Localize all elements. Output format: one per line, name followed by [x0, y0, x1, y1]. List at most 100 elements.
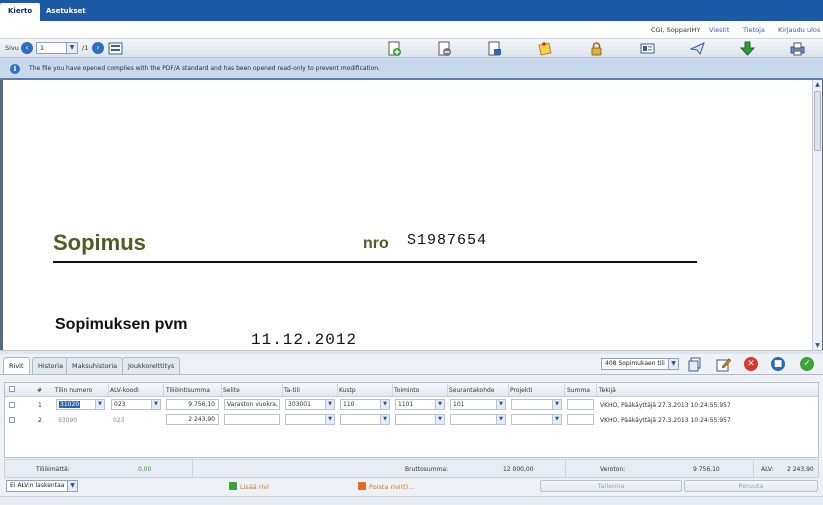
scroll-down-icon[interactable]: ▼	[813, 341, 822, 350]
print-icon[interactable]	[790, 41, 805, 56]
function-field[interactable]: ▼	[395, 414, 445, 425]
project-field[interactable]: ▼	[511, 399, 562, 410]
lock-icon[interactable]	[589, 41, 604, 56]
account-value[interactable]: 93090	[58, 417, 77, 424]
tracking-field[interactable]: ▼	[450, 414, 506, 425]
scroll-thumb[interactable]	[814, 91, 821, 151]
ta-account-field[interactable]: 303001 ▼	[285, 399, 335, 410]
grid-header: # Tilin numero ALV-koodi Tiliöintisumma …	[5, 383, 818, 397]
gross-value: 12 000,00	[503, 466, 534, 473]
send-icon[interactable]	[689, 41, 705, 56]
row-checkbox[interactable]	[9, 417, 15, 423]
row-number: 1	[38, 402, 42, 409]
next-page-icon[interactable]: ›	[92, 42, 104, 54]
vat-calculation-select[interactable]: Ei ALV:n laskentaa ▼	[6, 480, 78, 492]
info-link[interactable]: Tietoja	[743, 26, 765, 34]
delete-document-icon[interactable]	[437, 41, 452, 56]
table-row[interactable]: 1 31020 ▼ 023 ▼ 9 756,10 Varaston vuokra, …	[5, 398, 818, 412]
chevron-down-icon: ▼	[380, 415, 389, 424]
pdf-toolbar: Sivu ‹ 1 ▼ /1 ›	[0, 39, 823, 58]
ta-account-field[interactable]: ▼	[285, 414, 335, 425]
vat-calculation-value: Ei ALV:n laskentaa	[10, 482, 65, 489]
col-toiminto: Toiminto	[394, 387, 420, 394]
tab-asetukset[interactable]: Asetukset	[38, 3, 94, 21]
table-row[interactable]: 2 93090 023 2 243,90 ▼ ▼ ▼ ▼ ▼ VKHO, Pää…	[5, 413, 818, 427]
col-author: Tekijä	[599, 387, 616, 394]
tab-joukkorelttitys[interactable]: Joukkorelttitys	[122, 357, 181, 374]
amount-field[interactable]: 2 243,90	[166, 414, 219, 425]
stop-icon[interactable]: ■	[771, 357, 785, 371]
search-card-icon[interactable]	[640, 41, 655, 56]
chevron-down-icon: ▼	[380, 400, 389, 409]
function-field[interactable]: 1101 ▼	[395, 399, 445, 410]
chevron-down-icon: ▼	[151, 400, 160, 409]
edit-icon[interactable]	[716, 357, 732, 372]
scroll-up-icon[interactable]: ▲	[813, 80, 822, 89]
add-row-button[interactable]: Lisää rivi	[229, 482, 269, 491]
row-checkbox[interactable]	[9, 402, 15, 408]
info-icon: i	[10, 64, 20, 74]
col-desc: Selite	[223, 387, 240, 394]
accept-icon[interactable]: ✓	[800, 357, 814, 371]
row-author: VKHO, Pääkäyttäjä 27.3.2013 10:24:55.957	[600, 417, 731, 424]
save-button[interactable]: Tallenna	[540, 480, 682, 492]
cost-center-field[interactable]: ▼	[340, 414, 390, 425]
current-user: CGI, SopparIHY	[651, 26, 701, 34]
chevron-down-icon: ▼	[552, 415, 561, 424]
vat-code-field[interactable]: 023 ▼	[111, 399, 161, 410]
add-document-icon[interactable]	[387, 41, 402, 56]
vat-label: ALV:	[761, 466, 774, 473]
info-banner-text: The file you have opened complies with t…	[29, 65, 380, 72]
vat-code-value[interactable]: 023	[113, 417, 124, 424]
unposted-value: 0,00	[138, 466, 152, 473]
previous-page-icon[interactable]: ‹	[21, 42, 33, 54]
page-select-value: 1	[40, 44, 45, 52]
col-ta: Ta-tili	[284, 387, 300, 394]
tab-rivit[interactable]: Rivit	[3, 357, 30, 375]
select-all-checkbox[interactable]	[9, 386, 15, 392]
document-date-label: Sopimuksen pvm	[55, 316, 188, 333]
approve-arrow-icon[interactable]	[739, 41, 756, 56]
reject-icon[interactable]: ✕	[744, 357, 758, 371]
info-banner: i The file you have opened complies with…	[0, 58, 823, 80]
copy-icon[interactable]	[687, 357, 702, 372]
description-field[interactable]: Varaston vuokra, H	[224, 399, 280, 410]
amount-field[interactable]: 9 756,10	[166, 399, 219, 410]
fit-page-icon[interactable]	[108, 41, 123, 56]
pdf-viewer[interactable]: Sopimus nro S1987654 Sopimuksen pvm 11.1…	[0, 80, 823, 350]
page-total: /1	[82, 44, 89, 52]
tracking-field[interactable]: 101 ▼	[450, 399, 506, 410]
sum-field[interactable]	[567, 399, 594, 410]
document-settings-icon[interactable]	[487, 41, 502, 56]
chevron-down-icon: ▼	[95, 400, 104, 409]
account-select[interactable]: 408 Sopimukaen tili ▼	[601, 358, 679, 370]
col-vat: ALV-koodi	[110, 387, 139, 394]
delete-rows-button[interactable]: Poista rivi(t)...	[358, 482, 414, 491]
row-number: 2	[38, 417, 42, 424]
unposted-label: Tiliöimättä:	[36, 466, 70, 473]
posting-panel: Rivit Historia Maksuhistoria Joukkoreltt…	[0, 354, 823, 505]
row-author: VKHO, Pääkäyttäjä 27.3.2013 10:24:55.957	[600, 402, 731, 409]
sum-field[interactable]	[567, 414, 594, 425]
page-select[interactable]: 1 ▼	[36, 42, 78, 54]
document-date-value: 11.12.2012	[251, 331, 358, 349]
account-field[interactable]: 31020 ▼	[56, 399, 105, 410]
tab-historia[interactable]: Historia	[32, 357, 70, 374]
project-field[interactable]: ▼	[511, 414, 562, 425]
description-field[interactable]	[224, 414, 280, 425]
tab-maksuhistoria[interactable]: Maksuhistoria	[66, 357, 124, 374]
panel-footer: Ei ALV:n laskentaa ▼ Lisää rivi Poista r…	[0, 479, 823, 495]
viewer-scrollbar[interactable]: ▲ ▼	[812, 80, 822, 350]
col-num: #	[37, 387, 43, 394]
totals-bar: Tiliöimättä: 0,00 Bruttosumma: 12 000,00…	[4, 459, 819, 478]
sticky-note-icon[interactable]	[537, 41, 552, 56]
col-summa: Summa	[567, 387, 590, 394]
logout-link[interactable]: Kirjaudu ulos	[778, 26, 820, 34]
tab-kierto[interactable]: Kierto	[0, 3, 41, 21]
chevron-down-icon: ▼	[66, 43, 77, 53]
net-value: 9 756,10	[693, 466, 720, 473]
app-window: Kierto Asetukset CGI, SopparIHY Viestit …	[0, 0, 823, 505]
cancel-button[interactable]: Peruuta	[684, 480, 818, 492]
cost-center-field[interactable]: 110 ▼	[340, 399, 390, 410]
messages-link[interactable]: Viestit	[709, 26, 729, 34]
